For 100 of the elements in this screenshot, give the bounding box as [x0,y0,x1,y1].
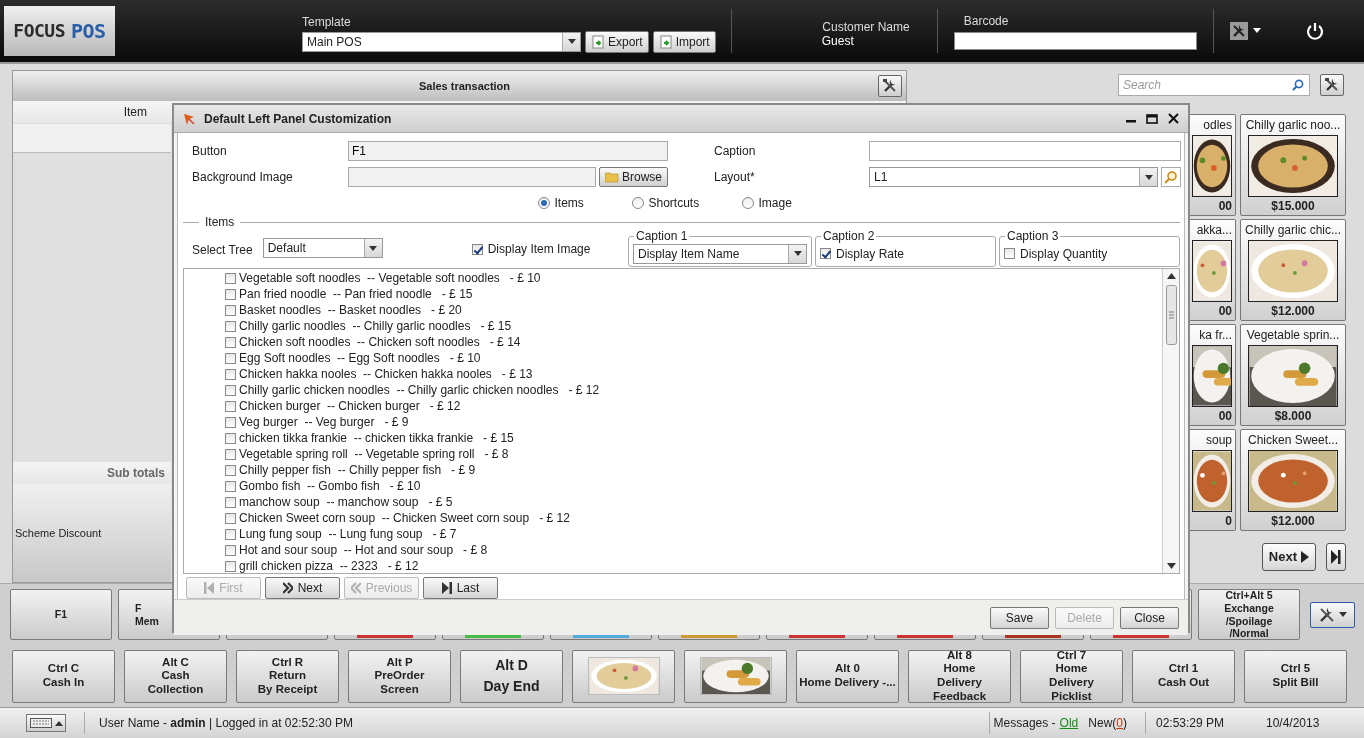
product-tile[interactable]: Vegetable sprin... $8.000 [1240,323,1346,426]
text-field[interactable]: F1 [348,141,668,161]
list-item[interactable]: Vegetable soft noodles -- Vegetable soft noodles - £ 10 [225,270,541,286]
caret-icon [1339,612,1347,617]
export-button[interactable]: Export [585,30,649,53]
caret-icon [793,251,802,256]
list-item[interactable]: Veg burger -- Veg burger - £ 9 [225,414,409,430]
function-button[interactable]: Alt 8 Home Delivery Feedback [908,649,1011,703]
search-icon [1164,170,1178,184]
next-page-button[interactable]: Next [1261,542,1316,571]
list-item[interactable]: Lung fung soup -- Lung fung soup - £ 7 [225,526,457,542]
checkbox-option[interactable]: Display Rate [820,246,905,261]
list-item[interactable]: Chicken burger -- Chicken burger - £ 12 [225,398,461,414]
dialog-button[interactable]: Save [990,606,1049,629]
layout-dropdown[interactable]: L1 [869,167,1158,187]
function-button[interactable]: Alt C Cash Collection [124,649,227,703]
product-tile[interactable]: odles 00 [1190,113,1236,216]
function-button[interactable]: Ctrl 1 Cash Out [1132,649,1235,703]
caption-dropdown[interactable]: Display Item Name [633,243,807,264]
function-button[interactable]: Alt P PreOrder Screen [348,649,451,703]
tools-dropdown[interactable] [1310,601,1355,628]
skip-end-icon [441,582,452,594]
old-messages-link[interactable]: Old [1059,716,1079,731]
last-page-button[interactable] [1326,542,1346,571]
lookup-button[interactable] [1161,167,1181,187]
keyboard-button[interactable] [26,714,66,733]
logo: FOCUS POS [4,5,115,56]
list-item[interactable]: Basket noodles -- Basket noodles - £ 20 [225,302,462,318]
function-button[interactable]: Ctrl R Return By Receipt [236,649,339,703]
list-item[interactable]: Chicken soft noodles -- Chicken soft noodles - £ 14 [225,334,521,350]
template-dropdown[interactable]: Main POS [302,31,581,52]
list-item[interactable]: Hot and sour soup -- Hot and sour soup - £ 8 [225,542,488,558]
tree-dropdown[interactable]: Default [262,238,383,258]
radio-option[interactable]: Image [741,196,836,210]
list-item[interactable]: Gombo fish -- Gombo fish - £ 10 [225,478,421,494]
function-button[interactable]: Ctrl 5 Split Bill [1244,649,1347,703]
browse-button[interactable]: Browse [599,167,668,187]
radio-option[interactable]: Items [537,196,632,210]
subtotals-label: Sub totals [107,465,166,480]
tools-icon [1318,605,1336,624]
list-item[interactable]: grill chicken pizza -- 2323 - £ 12 [225,558,419,574]
close-button[interactable] [1165,111,1182,126]
product-tile[interactable]: Chilly garlic chic... $12.000 [1240,218,1346,321]
tools-button[interactable] [878,74,902,97]
checkbox-option[interactable]: Display Item Image [471,242,591,256]
product-tile[interactable]: Chicken Sweet... $12.000 [1240,428,1346,531]
text-field[interactable] [348,167,596,187]
search-field[interactable]: Search [1118,73,1310,96]
function-button[interactable] [572,649,675,703]
skip-end-icon [1331,549,1341,564]
dialog-button[interactable]: Close [1120,606,1179,629]
column-header: Item [122,103,148,121]
scheme-discount-label: Scheme Discount [14,526,102,539]
product-tile[interactable]: akka... 00 [1190,218,1236,321]
list-item[interactable]: Chilly pepper fish -- Chilly pepper fish - £ 9 [225,462,476,478]
list-item[interactable]: Pan fried noodle -- Pan fried noodle - £ 15 [225,286,473,302]
caret-icon [1144,174,1153,180]
tools-dropdown[interactable] [1227,19,1263,42]
caret-icon [567,39,576,45]
scrollbar[interactable] [1162,269,1179,573]
list-item[interactable]: Chilly garlic chicken noodles -- Chilly garlic chicken noodles - £ 12 [225,382,600,398]
field-label: Button [192,144,228,158]
dialog-title: Default Left Panel Customization [204,111,392,126]
field-label: Select Tree [192,243,253,257]
list-item[interactable]: Chicken hakka nooles -- Chicken hakka nooles - £ 13 [225,366,533,382]
tools-icon [882,77,898,94]
list-item[interactable]: Chilly garlic noodles -- Chilly garlic noodles - £ 15 [225,318,512,334]
keyboard-icon [29,718,52,729]
field-label: Layout* [714,170,756,184]
tools-button[interactable] [1320,73,1344,96]
product-tile[interactable]: ka fr... 00 [1190,323,1236,426]
pager-button[interactable]: Last [423,577,498,599]
barcode-field[interactable] [953,31,1197,50]
import-button[interactable]: Import [652,30,716,53]
maximize-button[interactable] [1143,111,1161,126]
list-item[interactable]: manchow soup -- manchow soup - £ 5 [225,494,453,510]
list-item[interactable]: chicken tikka frankie -- chicken tikka frankie - £ 15 [225,430,514,446]
function-button[interactable]: Ctrl+Alt 5 Exchange /Spoilage /Normal [1198,589,1300,640]
product-tile[interactable]: Chilly garlic noo... $15.000 [1240,113,1346,216]
function-button[interactable]: F1 [10,589,112,640]
checkbox-option[interactable]: Display Quantity [1004,246,1108,261]
function-button[interactable]: Alt 0 Home Delivery -... [796,649,899,703]
customer-name-label: Customer Name [822,19,910,34]
product-tile[interactable]: soup 0 [1190,428,1236,531]
list-item[interactable]: Chicken Sweet corn soup -- Chicken Sweet corn soup - £ 12 [225,510,570,526]
group-title: Caption 2 [821,229,877,243]
function-button[interactable]: Ctrl C Cash In [12,649,115,703]
new-messages-link[interactable]: New(0) [1088,716,1127,731]
tools-icon [1229,21,1248,40]
function-button[interactable] [684,649,787,703]
text-field[interactable] [869,141,1181,161]
function-button[interactable]: Ctrl 7 Home Delivery Picklist [1020,649,1123,703]
caret-icon [1252,28,1261,34]
function-button[interactable]: Alt D Day End [460,649,563,703]
radio-option[interactable]: Shortcuts [631,196,742,210]
caret-icon [54,720,63,726]
list-item[interactable]: Vegetable spring roll -- Vegetable spring roll - £ 8 [225,446,509,462]
pager-button[interactable]: Next [265,577,340,599]
list-item[interactable]: Egg Soft noodles -- Egg Soft noodles - £ 10 [225,350,481,366]
panel-title: Sales transaction [418,79,511,92]
